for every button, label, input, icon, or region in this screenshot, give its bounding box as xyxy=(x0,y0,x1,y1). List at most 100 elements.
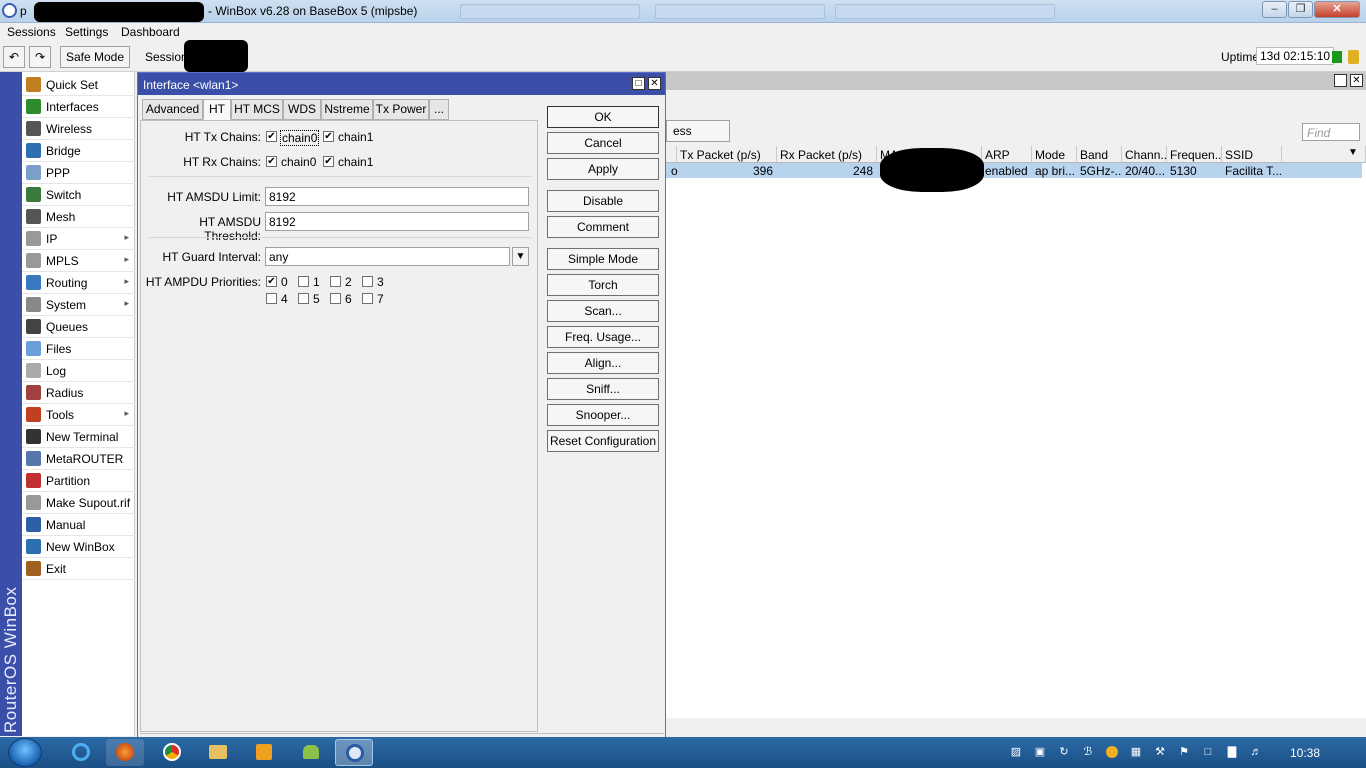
cancel-button[interactable]: Cancel xyxy=(547,132,659,154)
sidebar-item-new-terminal[interactable]: New Terminal xyxy=(22,426,135,448)
computer-tray-icon[interactable]: ▣ xyxy=(1034,746,1046,758)
ht-tx-chain0-label[interactable]: chain0 xyxy=(280,130,320,146)
disable-button[interactable]: Disable xyxy=(547,190,659,212)
tab-ht[interactable]: HT xyxy=(203,99,231,120)
sidebar-item-log[interactable]: Log xyxy=(22,360,135,382)
sidebar-item-ip[interactable]: IP ▸ xyxy=(22,228,135,250)
ampdu-priority-checkbox[interactable] xyxy=(266,293,277,304)
sidebar-item-routing[interactable]: Routing ▸ xyxy=(22,272,135,294)
comment-button[interactable]: Comment xyxy=(547,216,659,238)
stack-tray-icon[interactable]: ▦ xyxy=(1130,746,1142,758)
sidebar-item-bridge[interactable]: Bridge xyxy=(22,140,135,162)
menu-dashboard[interactable]: Dashboard xyxy=(121,25,180,39)
ampdu-priority-checkbox[interactable] xyxy=(298,293,309,304)
undo-button[interactable]: ↶ xyxy=(3,46,25,68)
menu-sessions[interactable]: Sessions xyxy=(7,25,56,39)
amsdu-limit-input[interactable]: 8192 xyxy=(265,187,529,206)
network-tray-icon[interactable]: ▨ xyxy=(1010,746,1022,758)
sidebar-item-manual[interactable]: Manual xyxy=(22,514,135,536)
winbox-app-icon[interactable] xyxy=(2,3,17,18)
minimize-button[interactable]: – xyxy=(1262,1,1287,18)
amsdu-threshold-input[interactable]: 8192 xyxy=(265,212,529,231)
sidebar-item-new-winbox[interactable]: New WinBox xyxy=(22,536,135,558)
ampdu-priority-label[interactable]: 6 xyxy=(345,292,352,306)
menu-settings[interactable]: Settings xyxy=(65,25,108,39)
column-header[interactable]: Mode xyxy=(1032,146,1077,163)
android-icon[interactable] xyxy=(292,739,330,766)
winbox-icon[interactable] xyxy=(335,739,373,766)
freq-usage-button[interactable]: Freq. Usage... xyxy=(547,326,659,348)
snooper-button[interactable]: Snooper... xyxy=(547,404,659,426)
update-tray-icon[interactable] xyxy=(1106,746,1118,758)
sidebar-item-ppp[interactable]: PPP xyxy=(22,162,135,184)
tools-tray-icon[interactable]: ⚒ xyxy=(1154,746,1166,758)
scan-button[interactable]: Scan... xyxy=(547,300,659,322)
tab-advanced[interactable]: Advanced xyxy=(142,99,203,120)
tab-nstreme[interactable]: Nstreme xyxy=(321,99,373,120)
sidebar-item-switch[interactable]: Switch xyxy=(22,184,135,206)
ampdu-priority-label[interactable]: 4 xyxy=(281,292,288,306)
device-tray-icon[interactable]: □ xyxy=(1202,746,1214,758)
dialog-close-icon[interactable]: ✕ xyxy=(648,77,661,90)
sidebar-item-queues[interactable]: Queues xyxy=(22,316,135,338)
reset-configuration-button[interactable]: Reset Configuration xyxy=(547,430,659,452)
sidebar-item-quick-set[interactable]: Quick Set xyxy=(22,74,135,96)
flag-tray-icon[interactable]: ⚑ xyxy=(1178,746,1190,758)
tab-more[interactable]: ... xyxy=(429,99,449,120)
safe-mode-button[interactable]: Safe Mode xyxy=(60,46,130,68)
column-header[interactable]: ARP xyxy=(982,146,1032,163)
sidebar-item-tools[interactable]: Tools ▸ xyxy=(22,404,135,426)
volume-tray-icon[interactable]: ♬ xyxy=(1250,746,1262,758)
tab-tx-power[interactable]: Tx Power xyxy=(373,99,429,120)
column-header[interactable]: Frequen... xyxy=(1167,146,1222,163)
sidebar-item-system[interactable]: System ▸ xyxy=(22,294,135,316)
column-header[interactable]: Tx Packet (p/s) xyxy=(677,146,777,163)
ampdu-priority-checkbox[interactable] xyxy=(298,276,309,287)
ht-rx-chain1-checkbox[interactable]: ✔ xyxy=(323,156,334,167)
snooper-button[interactable]: ess Snooper xyxy=(666,120,730,158)
ampdu-priority-label[interactable]: 7 xyxy=(377,292,384,306)
ampdu-priority-checkbox[interactable]: ✔ xyxy=(266,276,277,287)
close-window-icon[interactable]: ✕ xyxy=(1350,74,1363,87)
sidebar-item-files[interactable]: Files xyxy=(22,338,135,360)
ie-icon[interactable] xyxy=(62,739,100,766)
sidebar-item-metarouter[interactable]: MetaROUTER xyxy=(22,448,135,470)
sidebar-item-mesh[interactable]: Mesh xyxy=(22,206,135,228)
firefox-icon[interactable] xyxy=(106,739,144,766)
align-button[interactable]: Align... xyxy=(547,352,659,374)
bluetooth-tray-icon[interactable]: ℬ xyxy=(1082,746,1094,758)
chrome-icon[interactable] xyxy=(153,739,191,766)
ampdu-priority-checkbox[interactable] xyxy=(330,276,341,287)
ht-rx-chain1-label[interactable]: chain1 xyxy=(338,155,373,169)
sidebar-item-interfaces[interactable]: Interfaces xyxy=(22,96,135,118)
sidebar-item-mpls[interactable]: MPLS ▸ xyxy=(22,250,135,272)
column-header[interactable]: SSID xyxy=(1222,146,1282,163)
redo-button[interactable]: ↷ xyxy=(29,46,51,68)
ht-rx-chain0-label[interactable]: chain0 xyxy=(281,155,316,169)
sidebar-item-exit[interactable]: Exit xyxy=(22,558,135,580)
sidebar-item-partition[interactable]: Partition xyxy=(22,470,135,492)
maximize-button[interactable]: ❐ xyxy=(1288,1,1313,18)
sidebar-item-make-supout-rif[interactable]: Make Supout.rif xyxy=(22,492,135,514)
torch-button[interactable]: Torch xyxy=(547,274,659,296)
ampdu-priority-label[interactable]: 2 xyxy=(345,275,352,289)
ampdu-priority-label[interactable]: 3 xyxy=(377,275,384,289)
ht-tx-chain0-checkbox[interactable]: ✔ xyxy=(266,131,277,142)
apply-button[interactable]: Apply xyxy=(547,158,659,180)
clock[interactable]: 10:38 xyxy=(1290,746,1320,760)
find-input[interactable]: Find xyxy=(1302,123,1360,141)
columns-menu-button[interactable]: ▼ xyxy=(1282,146,1366,163)
column-header[interactable]: Chann... xyxy=(1122,146,1167,163)
ampdu-priority-checkbox[interactable] xyxy=(362,276,373,287)
close-button[interactable]: ✕ xyxy=(1314,1,1360,18)
signal-tray-icon[interactable]: ▇ xyxy=(1226,746,1238,758)
media-player-icon[interactable] xyxy=(245,739,283,766)
start-button[interactable] xyxy=(8,738,42,767)
ht-rx-chain0-checkbox[interactable]: ✔ xyxy=(266,156,277,167)
sidebar-item-radius[interactable]: Radius xyxy=(22,382,135,404)
column-header[interactable]: Band xyxy=(1077,146,1122,163)
dialog-restore-icon[interactable]: □ xyxy=(632,77,645,90)
ht-tx-chain1-checkbox[interactable]: ✔ xyxy=(323,131,334,142)
ampdu-priority-checkbox[interactable] xyxy=(362,293,373,304)
sync-tray-icon[interactable]: ↻ xyxy=(1058,746,1070,758)
